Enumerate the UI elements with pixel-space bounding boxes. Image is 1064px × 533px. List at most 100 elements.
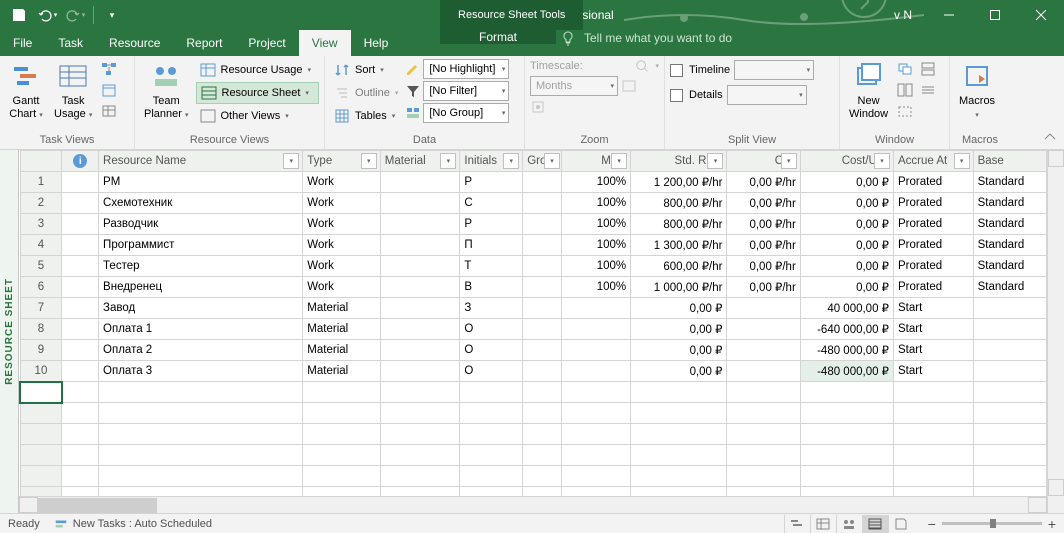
close-button[interactable] bbox=[1018, 0, 1064, 30]
header-row: i Resource Name▾ Type▾ Material▾ Initial… bbox=[20, 151, 1047, 172]
auto-schedule-icon bbox=[54, 517, 68, 531]
menu-file[interactable]: File bbox=[0, 30, 45, 56]
new-window-button[interactable]: New Window bbox=[845, 59, 892, 127]
macros-button[interactable]: Macros▾ bbox=[955, 59, 999, 127]
timeline-checkbox[interactable]: Timeline bbox=[670, 59, 730, 81]
resource-usage-button[interactable]: Resource Usage▾ bbox=[196, 59, 320, 81]
zoom-selected-icon[interactable] bbox=[530, 99, 546, 115]
tell-me-search[interactable]: Tell me what you want to do bbox=[560, 30, 732, 46]
col-std-rate[interactable]: Std. Rate▾ bbox=[631, 151, 727, 172]
menu-project[interactable]: Project bbox=[235, 30, 298, 56]
side-label: RESOURCE SHEET bbox=[0, 150, 19, 513]
horizontal-scrollbar[interactable] bbox=[19, 496, 1047, 513]
menu-report[interactable]: Report bbox=[173, 30, 235, 56]
view-report-icon[interactable] bbox=[888, 515, 914, 533]
col-cost-use[interactable]: Cost/Use▾ bbox=[800, 151, 893, 172]
group-label-zoom: Zoom bbox=[530, 132, 659, 149]
col-indicator[interactable]: i bbox=[62, 151, 99, 172]
maximize-button[interactable] bbox=[972, 0, 1018, 30]
filter-icon bbox=[405, 83, 421, 99]
table-row[interactable]: 9Оплата 2MaterialО0,00 ₽-480 000,00 ₽Sta… bbox=[20, 340, 1047, 361]
menu-task[interactable]: Task bbox=[45, 30, 96, 56]
statusbar: Ready New Tasks : Auto Scheduled − + bbox=[0, 513, 1064, 533]
win-btn-2-icon[interactable] bbox=[918, 80, 938, 100]
menu-help[interactable]: Help bbox=[351, 30, 402, 56]
menu-format[interactable]: Format bbox=[440, 30, 556, 44]
vertical-scrollbar[interactable] bbox=[1047, 150, 1064, 513]
highlight-combo[interactable]: [No Highlight]▾ bbox=[423, 59, 509, 79]
save-icon[interactable] bbox=[6, 2, 32, 28]
task-usage-icon bbox=[57, 61, 89, 93]
table-row[interactable] bbox=[20, 424, 1047, 445]
table-row[interactable] bbox=[20, 487, 1047, 497]
minimize-button[interactable] bbox=[926, 0, 972, 30]
zoom-icon[interactable] bbox=[635, 59, 649, 73]
resource-sheet-button[interactable]: Resource Sheet▾ bbox=[196, 82, 320, 104]
group-combo[interactable]: [No Group]▾ bbox=[423, 103, 509, 123]
resource-usage-icon bbox=[200, 62, 216, 78]
col-resource-name[interactable]: Resource Name▾ bbox=[99, 151, 303, 172]
zoom-out-icon[interactable]: − bbox=[928, 516, 936, 532]
lightbulb-icon bbox=[560, 30, 576, 46]
col-accrue[interactable]: Accrue At▾ bbox=[894, 151, 974, 172]
zoom-entire-icon[interactable] bbox=[621, 78, 637, 94]
table-row[interactable]: 5ТестерWorkТ100%600,00 ₽/hr0,00 ₽/hr0,00… bbox=[20, 256, 1047, 277]
col-type[interactable]: Type▾ bbox=[303, 151, 381, 172]
col-base[interactable]: Base bbox=[973, 151, 1046, 172]
resource-grid[interactable]: i Resource Name▾ Type▾ Material▾ Initial… bbox=[19, 150, 1047, 496]
qat-customize-icon[interactable]: ▾ bbox=[99, 2, 125, 28]
table-row[interactable] bbox=[20, 403, 1047, 424]
arrange-all-icon[interactable] bbox=[895, 80, 915, 100]
view-task-usage-icon[interactable] bbox=[810, 515, 836, 533]
table-row[interactable] bbox=[20, 445, 1047, 466]
team-planner-button[interactable]: Team Planner ▾ bbox=[140, 59, 193, 127]
gantt-icon bbox=[10, 61, 42, 93]
task-usage-button[interactable]: Task Usage ▾ bbox=[50, 59, 96, 127]
network-diagram-icon[interactable] bbox=[99, 59, 119, 79]
filter-combo[interactable]: [No Filter]▾ bbox=[423, 81, 509, 101]
hide-icon[interactable] bbox=[895, 101, 915, 121]
view-gantt-icon[interactable] bbox=[784, 515, 810, 533]
menu-view[interactable]: View bbox=[299, 30, 351, 56]
details-checkbox[interactable]: Details bbox=[670, 84, 723, 106]
table-row[interactable]: 4ПрограммистWorkП100%1 300,00 ₽/hr0,00 ₽… bbox=[20, 235, 1047, 256]
table-row[interactable]: 6ВнедренецWorkВ100%1 000,00 ₽/hr0,00 ₽/h… bbox=[20, 277, 1047, 298]
calendar-icon[interactable] bbox=[99, 80, 119, 100]
gantt-chart-button[interactable]: Gantt Chart ▾ bbox=[5, 59, 47, 127]
other-views-button[interactable]: Other Views▾ bbox=[196, 105, 320, 127]
sort-button[interactable]: Sort▾ bbox=[330, 59, 402, 81]
menu-resource[interactable]: Resource bbox=[96, 30, 173, 56]
view-resource-sheet-icon[interactable] bbox=[862, 515, 888, 533]
col-group[interactable]: Group▾ bbox=[523, 151, 562, 172]
undo-icon[interactable]: ▾ bbox=[34, 2, 60, 28]
zoom-in-icon[interactable]: + bbox=[1048, 516, 1056, 532]
col-material[interactable]: Material▾ bbox=[380, 151, 460, 172]
table-row[interactable]: 1PMWorkP100%1 200,00 ₽/hr0,00 ₽/hr0,00 ₽… bbox=[20, 172, 1047, 193]
sort-icon bbox=[334, 62, 350, 78]
table-row[interactable]: 2СхемотехникWorkС100%800,00 ₽/hr0,00 ₽/h… bbox=[20, 193, 1047, 214]
group-label-macros: Macros bbox=[955, 132, 1005, 149]
col-ovt[interactable]: Ovt.▾ bbox=[727, 151, 800, 172]
status-new-tasks[interactable]: New Tasks : Auto Scheduled bbox=[54, 517, 212, 531]
table-row[interactable] bbox=[20, 466, 1047, 487]
outline-button[interactable]: Outline▾ bbox=[330, 82, 402, 104]
view-team-planner-icon[interactable] bbox=[836, 515, 862, 533]
other-task-views-icon[interactable] bbox=[99, 101, 119, 121]
table-row[interactable]: 3РазводчикWorkР100%800,00 ₽/hr0,00 ₽/hr0… bbox=[20, 214, 1047, 235]
table-row[interactable] bbox=[20, 382, 1047, 403]
zoom-slider[interactable]: − + bbox=[928, 516, 1056, 532]
collapse-ribbon-icon[interactable] bbox=[1042, 129, 1058, 145]
redo-icon[interactable]: ▾ bbox=[62, 2, 88, 28]
tables-button[interactable]: Tables▾ bbox=[330, 105, 402, 127]
win-btn-1-icon[interactable] bbox=[918, 59, 938, 79]
table-row[interactable]: 8Оплата 1MaterialО0,00 ₽-640 000,00 ₽Sta… bbox=[20, 319, 1047, 340]
timescale-label: Timescale: bbox=[530, 60, 583, 72]
col-max[interactable]: Max.▾ bbox=[561, 151, 630, 172]
col-initials[interactable]: Initials▾ bbox=[460, 151, 523, 172]
switch-windows-icon[interactable] bbox=[895, 59, 915, 79]
timeline-combo: ▾ bbox=[734, 60, 814, 80]
table-row[interactable]: 7ЗаводMaterialЗ0,00 ₽40 000,00 ₽Start bbox=[20, 298, 1047, 319]
details-combo: ▾ bbox=[727, 85, 807, 105]
other-views-icon bbox=[200, 108, 216, 124]
table-row[interactable]: 10Оплата 3MaterialО0,00 ₽-480 000,00 ₽St… bbox=[20, 361, 1047, 382]
